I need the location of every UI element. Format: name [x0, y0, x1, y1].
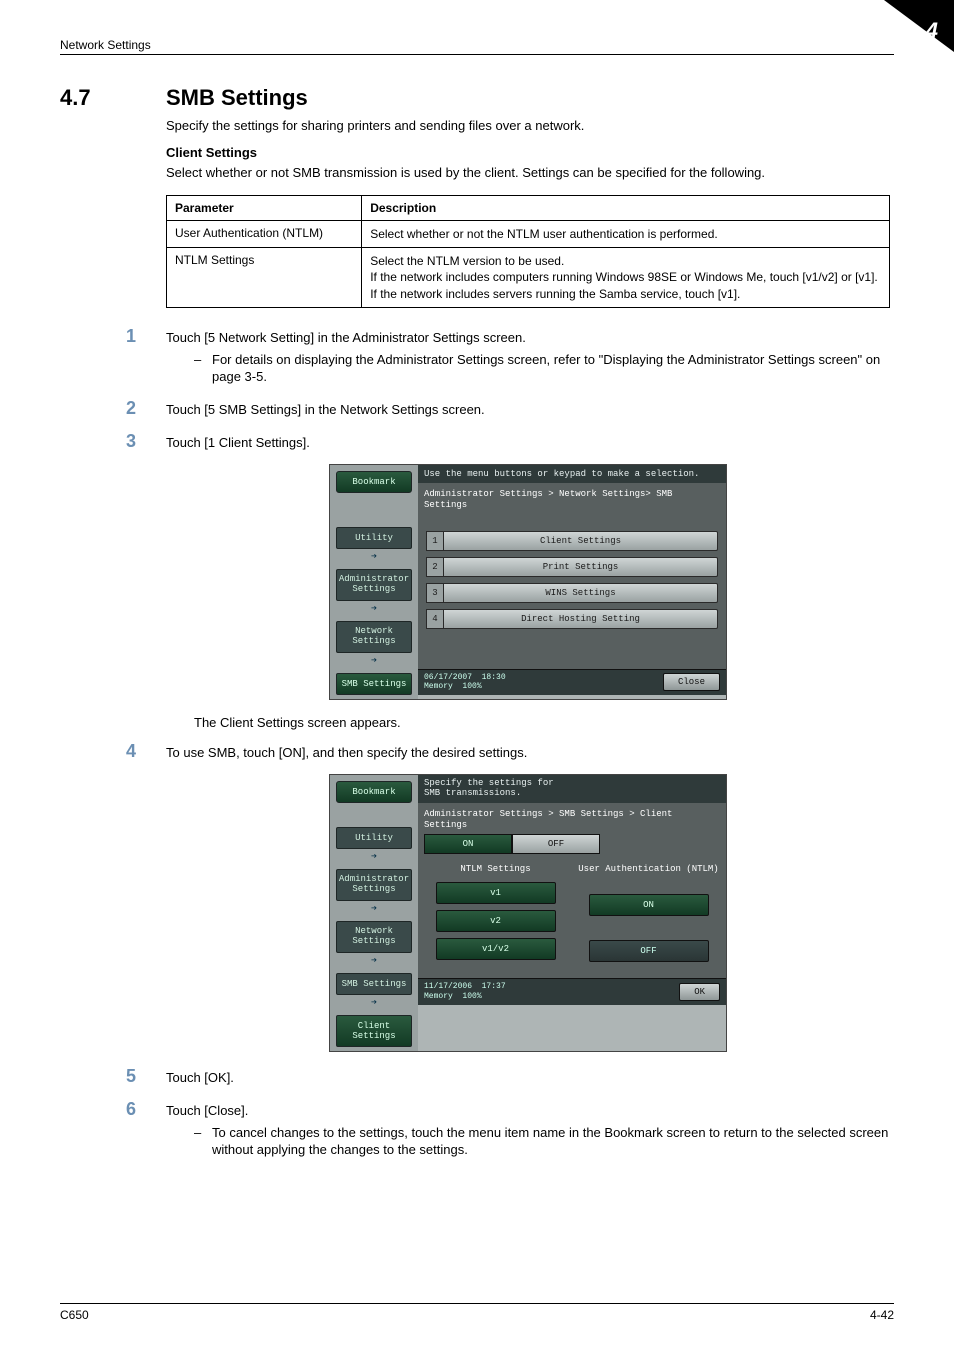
- menu-item-print-settings[interactable]: 2 Print Settings: [426, 557, 718, 577]
- running-head-text: Network Settings: [60, 38, 151, 52]
- toggle-on[interactable]: ON: [424, 834, 512, 854]
- section-number: 4.7: [60, 85, 166, 111]
- step-text: Touch [OK].: [166, 1069, 890, 1087]
- ntlm-option-v1v2[interactable]: v1/v2: [436, 938, 556, 960]
- sidebar-item-utility[interactable]: Utility: [336, 827, 412, 849]
- sidebar-item-client[interactable]: Client Settings: [336, 1015, 412, 1047]
- menu-item-wins-settings[interactable]: 3 WINS Settings: [426, 583, 718, 603]
- auth-option-on[interactable]: ON: [589, 894, 709, 916]
- chevron-down-icon: ➔: [330, 551, 418, 563]
- sidebar-item-admin[interactable]: Administrator Settings: [336, 869, 412, 901]
- table-header-desc: Description: [362, 196, 890, 221]
- step-text: Touch [5 Network Setting] in the Adminis…: [166, 329, 890, 347]
- sidebar-item-smb[interactable]: SMB Settings: [336, 673, 412, 695]
- subsection-heading: Client Settings: [166, 145, 890, 160]
- cell-param: User Authentication (NTLM): [167, 221, 362, 248]
- cell-param: NTLM Settings: [167, 248, 362, 308]
- status-text: 06/17/2007 18:30 Memory 100%: [424, 673, 506, 692]
- chevron-down-icon: ➔: [330, 655, 418, 667]
- sidebar-item-smb[interactable]: SMB Settings: [336, 973, 412, 995]
- bookmark-button[interactable]: Bookmark: [336, 781, 412, 803]
- close-button[interactable]: Close: [663, 673, 720, 691]
- status-text: 11/17/2006 17:37 Memory 100%: [424, 982, 506, 1001]
- step-text: To use SMB, touch [ON], and then specify…: [166, 744, 890, 762]
- device-screenshot-client-settings: Bookmark Utility ➔ Administrator Setting…: [329, 774, 727, 1052]
- step-number: 5: [126, 1066, 166, 1087]
- panel-header-ntlm: NTLM Settings: [424, 864, 567, 874]
- running-head: Network Settings: [60, 38, 894, 55]
- chevron-down-icon: ➔: [330, 851, 418, 863]
- after-screenshot-text: The Client Settings screen appears.: [194, 714, 890, 732]
- auth-option-off[interactable]: OFF: [589, 940, 709, 962]
- chapter-number: 4: [926, 18, 938, 44]
- sidebar-item-network[interactable]: Network Settings: [336, 921, 412, 953]
- chapter-corner-badge: 4: [884, 0, 954, 52]
- cell-desc: Select the NTLM version to be used.If th…: [362, 248, 890, 308]
- subsection-intro: Select whether or not SMB transmission i…: [166, 164, 890, 182]
- cell-desc: Select whether or not the NTLM user auth…: [362, 221, 890, 248]
- step-number: 1: [126, 326, 166, 347]
- panel-header-auth: User Authentication (NTLM): [577, 864, 720, 874]
- menu-item-direct-hosting[interactable]: 4 Direct Hosting Setting: [426, 609, 718, 629]
- parameter-table: Parameter Description User Authenticatio…: [166, 195, 890, 308]
- sidebar-item-network[interactable]: Network Settings: [336, 621, 412, 653]
- breadcrumb: Administrator Settings > Network Setting…: [418, 483, 726, 523]
- table-row: NTLM Settings Select the NTLM version to…: [167, 248, 890, 308]
- chevron-down-icon: ➔: [330, 997, 418, 1009]
- footer-right: 4-42: [870, 1308, 894, 1322]
- instruction-bar: Specify the settings forSMB transmission…: [418, 775, 726, 803]
- step-number: 6: [126, 1099, 166, 1120]
- step-text: Touch [5 SMB Settings] in the Network Se…: [166, 401, 890, 419]
- step-number: 4: [126, 741, 166, 762]
- sidebar-item-utility[interactable]: Utility: [336, 527, 412, 549]
- page-footer: C650 4-42: [60, 1303, 894, 1322]
- menu-item-client-settings[interactable]: 1 Client Settings: [426, 531, 718, 551]
- step-bullet: –To cancel changes to the settings, touc…: [194, 1124, 890, 1159]
- footer-left: C650: [60, 1308, 89, 1322]
- step-bullet: –For details on displaying the Administr…: [194, 351, 890, 386]
- ntlm-option-v2[interactable]: v2: [436, 910, 556, 932]
- bookmark-button[interactable]: Bookmark: [336, 471, 412, 493]
- sidebar-item-admin[interactable]: Administrator Settings: [336, 569, 412, 601]
- table-header-param: Parameter: [167, 196, 362, 221]
- ok-button[interactable]: OK: [679, 983, 720, 1001]
- step-number: 3: [126, 431, 166, 452]
- chevron-down-icon: ➔: [330, 955, 418, 967]
- toggle-off[interactable]: OFF: [512, 834, 600, 854]
- instruction-bar: Use the menu buttons or keypad to make a…: [418, 465, 726, 483]
- chevron-down-icon: ➔: [330, 603, 418, 615]
- section-intro: Specify the settings for sharing printer…: [166, 117, 890, 135]
- step-number: 2: [126, 398, 166, 419]
- section-title: SMB Settings: [166, 85, 308, 111]
- device-screenshot-smb-settings: Bookmark Utility ➔ Administrator Setting…: [329, 464, 727, 700]
- step-text: Touch [Close].: [166, 1102, 890, 1120]
- step-text: Touch [1 Client Settings].: [166, 434, 890, 452]
- chevron-down-icon: ➔: [330, 903, 418, 915]
- breadcrumb: Administrator Settings > SMB Settings > …: [418, 803, 726, 835]
- ntlm-option-v1[interactable]: v1: [436, 882, 556, 904]
- table-row: User Authentication (NTLM) Select whethe…: [167, 221, 890, 248]
